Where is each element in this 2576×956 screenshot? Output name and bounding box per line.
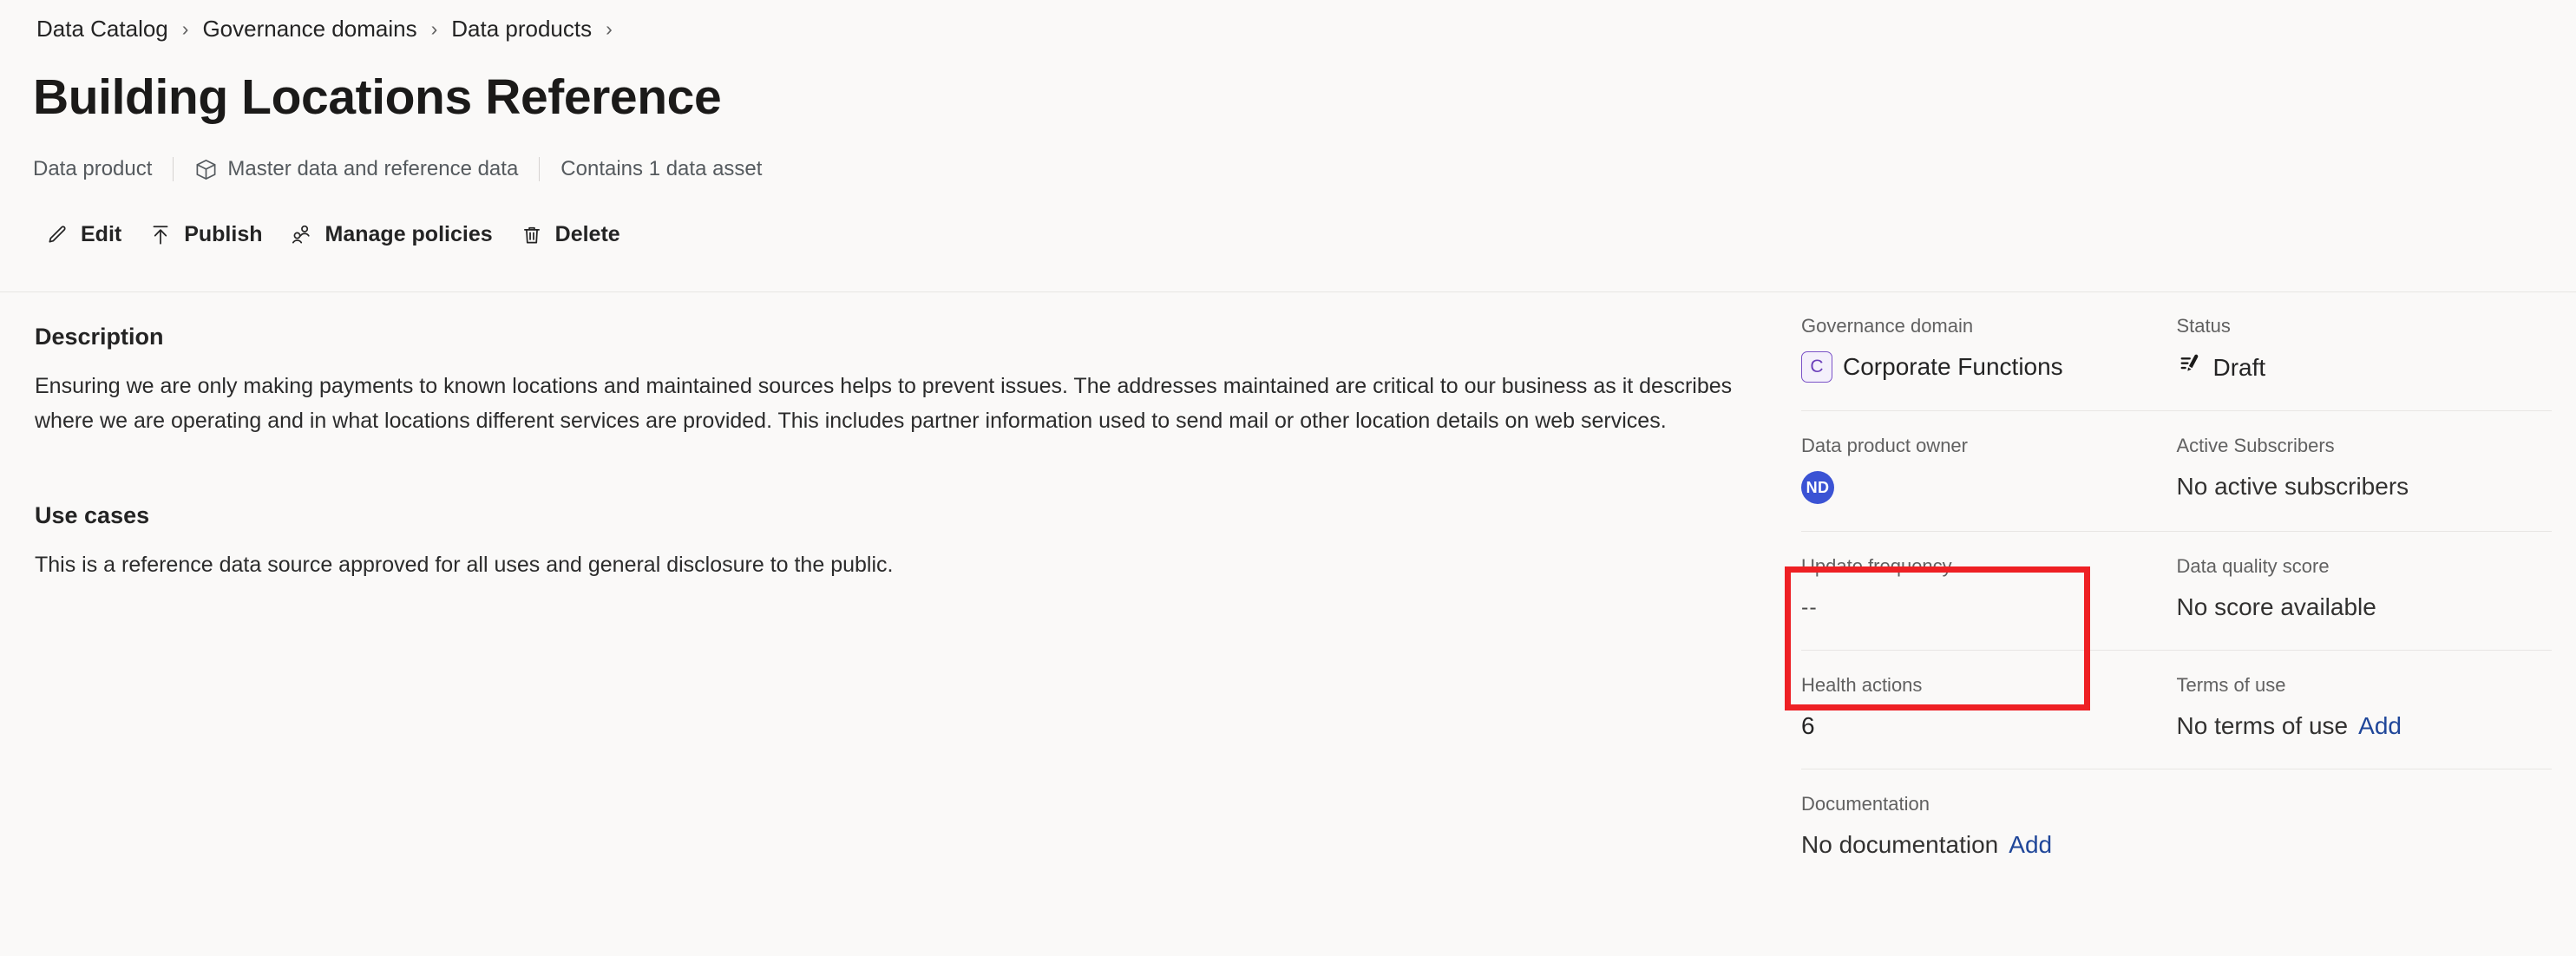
edit-button[interactable]: Edit [33,214,136,255]
page-title: Building Locations Reference [33,69,722,125]
details-row-documentation: Documentation No documentation Add [1801,769,2552,887]
health-actions-label: Health actions [1801,674,1923,696]
pencil-icon [45,224,69,246]
meta-asset-count-label: Contains 1 data asset [560,157,763,180]
status-badge: Draft [2177,351,2540,383]
people-icon [290,223,314,246]
description-heading: Description [35,324,164,350]
active-subscribers-field: Active Subscribers No active subscribers [2177,435,2553,504]
meta-divider [539,157,541,181]
documentation-label: Documentation [1801,793,1930,815]
breadcrumb: Data Catalog › Governance domains › Data… [33,16,623,43]
active-subscribers-label: Active Subscribers [2176,435,2335,456]
terms-of-use-add-link[interactable]: Add [2358,712,2402,740]
update-frequency-value: -- [1801,594,1818,619]
details-panel: Governance domain C Corporate Functions … [1801,291,2552,887]
governance-domain-field: Governance domain C Corporate Functions [1801,315,2177,383]
documentation-text: No documentation [1801,831,1999,858]
delete-button[interactable]: Delete [508,214,635,255]
use-cases-text: This is a reference data source approved… [35,553,894,577]
terms-of-use-label: Terms of use [2176,674,2286,696]
data-quality-score-label: Data quality score [2176,555,2330,577]
breadcrumb-separator-icon: › [606,17,613,40]
use-cases-heading: Use cases [35,502,150,528]
meta-type-label: Data product [33,157,153,180]
avatar[interactable]: ND [1801,471,1834,504]
documentation-field: Documentation No documentation Add [1801,793,2552,861]
update-frequency-field: Update frequency -- [1801,555,2177,623]
update-frequency-label: Update frequency [1801,555,1952,577]
breadcrumb-separator-icon: › [181,17,189,40]
draft-pen-icon [2177,351,2203,383]
trash-icon [520,224,544,246]
publish-button-label: Publish [184,222,263,246]
page-subtitle-meta: Data product Master data and reference d… [33,157,762,181]
details-row-frequency-quality: Update frequency -- Data quality score N… [1801,532,2552,651]
health-actions-value[interactable]: 6 [1801,710,2165,742]
breadcrumb-item-data-catalog[interactable]: Data Catalog [33,16,172,43]
data-quality-score-field: Data quality score No score available [2177,555,2553,623]
meta-item-data-type: Master data and reference data [194,157,518,181]
meta-divider [173,157,174,181]
domain-badge-icon: C [1801,351,1832,383]
data-quality-score-value: No score available [2176,593,2376,620]
data-product-detail-page: Data Catalog › Governance domains › Data… [0,0,2576,956]
breadcrumb-item-data-products[interactable]: Data products [448,16,595,43]
command-bar: Edit Publish Manage policies Delete [33,214,635,255]
documentation-value: No documentation Add [1801,829,2540,861]
details-row-health-terms: Health actions 6 Terms of use No terms o… [1801,651,2552,769]
status-label: Status [2176,315,2231,337]
active-subscribers-value: No active subscribers [2176,473,2409,500]
publish-button[interactable]: Publish [136,214,277,255]
manage-policies-button-label: Manage policies [324,222,493,246]
governance-domain-label: Governance domain [1801,315,1974,337]
meta-item-type: Data product [33,157,152,181]
data-product-owner-label: Data product owner [1801,435,1968,456]
health-actions-field: Health actions 6 [1801,674,2177,742]
status-value: Draft [2212,353,2266,381]
governance-domain-value[interactable]: C Corporate Functions [1801,351,2165,383]
details-row-owner-subscribers: Data product owner ND Active Subscribers… [1801,411,2552,532]
edit-button-label: Edit [81,222,122,246]
publish-upload-icon [148,224,173,246]
description-text: Ensuring we are only making payments to … [35,374,1733,433]
details-row-domain-status: Governance domain C Corporate Functions … [1801,291,2552,411]
terms-of-use-text: No terms of use [2176,712,2349,739]
breadcrumb-separator-icon: › [430,17,438,40]
status-field: Status Draft [2177,315,2553,383]
cube-icon [194,158,218,181]
main-content: Description Ensuring we are only making … [35,324,1735,583]
meta-item-asset-count: Contains 1 data asset [560,157,762,181]
delete-button-label: Delete [554,222,620,246]
owner-value: ND [1801,471,2165,504]
governance-domain-name: Corporate Functions [1843,353,2063,380]
use-cases-section: Use cases This is a reference data sourc… [35,502,1735,583]
meta-data-type-label: Master data and reference data [227,157,519,180]
data-product-owner-field: Data product owner ND [1801,435,2177,504]
documentation-add-link[interactable]: Add [2009,831,2052,859]
terms-of-use-value: No terms of use Add [2177,710,2540,742]
terms-of-use-field: Terms of use No terms of use Add [2177,674,2553,742]
manage-policies-button[interactable]: Manage policies [278,214,508,255]
breadcrumb-item-governance-domains[interactable]: Governance domains [199,16,420,43]
